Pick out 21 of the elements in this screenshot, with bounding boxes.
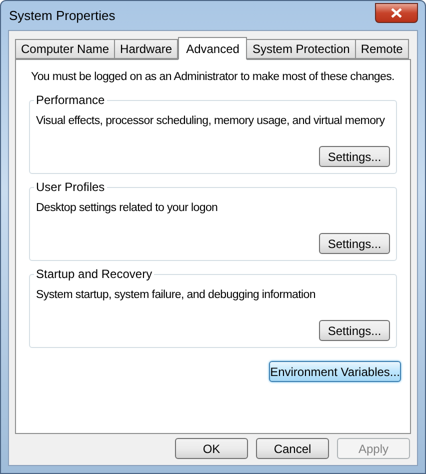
group-description: Visual effects, processor scheduling, memory usage, and virtual memory xyxy=(36,114,386,130)
settings-button[interactable]: Settings... xyxy=(319,146,390,168)
settings-button[interactable]: Settings... xyxy=(319,233,390,254)
close-button[interactable] xyxy=(375,2,418,22)
group-title: User Profiles xyxy=(34,180,107,194)
tab[interactable]: Computer Name xyxy=(15,39,116,59)
group-title: Startup and Recovery xyxy=(34,267,154,282)
close-icon xyxy=(391,8,402,18)
environment-variables-button[interactable]: Environment Variables... xyxy=(269,361,401,382)
tab[interactable]: System Protection xyxy=(246,39,356,59)
group-title: Performance xyxy=(34,93,107,108)
group-description: System startup, system failure, and debugging information xyxy=(36,288,316,304)
notice-text: You must be logged on as an Administrator to make most of these changes. xyxy=(30,70,394,85)
tab[interactable]: Remote xyxy=(354,39,409,59)
settings-button[interactable]: Settings... xyxy=(319,320,390,342)
dialog-button[interactable]: Cancel xyxy=(256,438,329,459)
window-title: System Properties xyxy=(8,6,116,25)
tab[interactable]: Hardware xyxy=(114,39,178,59)
tab[interactable]: Advanced xyxy=(178,37,248,60)
dialog-button[interactable]: OK xyxy=(175,438,248,459)
group-description: Desktop settings related to your logon xyxy=(36,201,219,216)
